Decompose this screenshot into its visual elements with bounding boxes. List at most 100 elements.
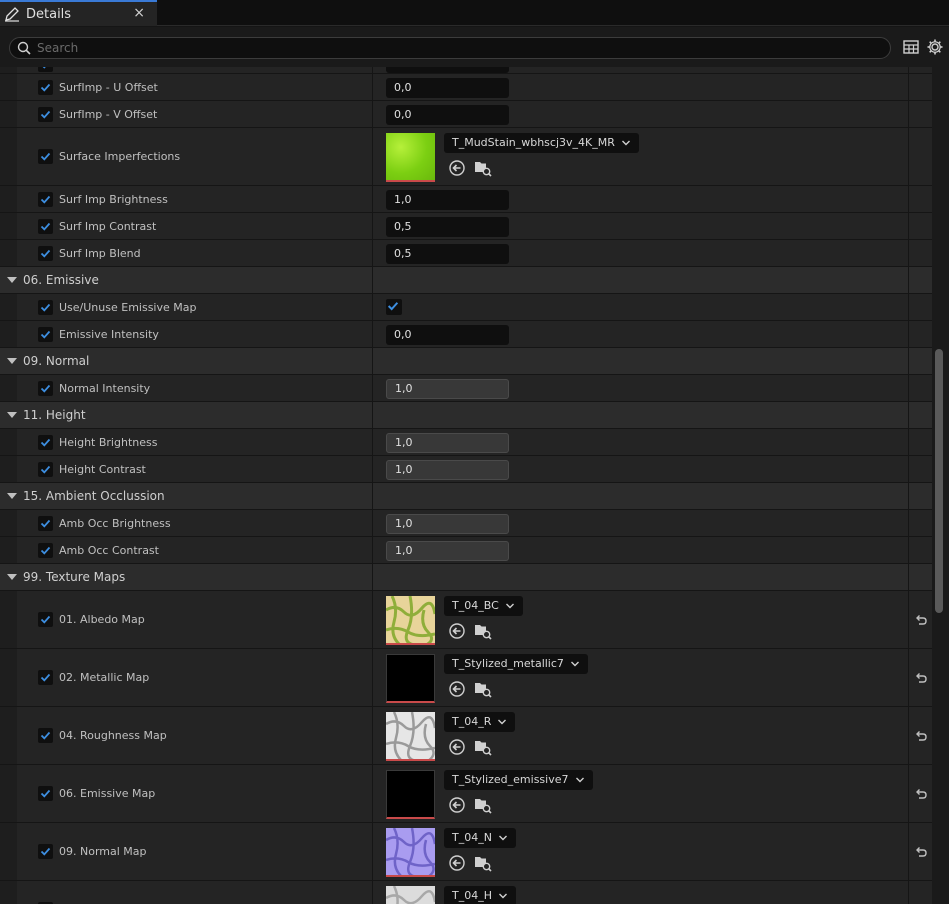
browse-folder-icon[interactable] (474, 159, 492, 177)
property-label: 06. Emissive Map (59, 787, 156, 800)
caret-down-icon[interactable] (7, 358, 17, 364)
scrollbar-thumb[interactable] (935, 349, 943, 613)
use-selected-arrow-icon[interactable] (448, 796, 466, 814)
texture-thumbnail[interactable] (386, 712, 435, 761)
property-checkbox[interactable] (38, 80, 53, 95)
surf-imp-blend-field[interactable]: 0,5 (386, 244, 509, 264)
table-row (0, 67, 932, 74)
property-checkbox[interactable] (38, 543, 53, 558)
category-height[interactable]: 11. Height (0, 402, 932, 429)
surfimp-u-offset-field[interactable]: 0,0 (386, 78, 509, 98)
property-checkbox[interactable] (38, 192, 53, 207)
asset-dropdown[interactable]: T_04_BC (444, 596, 523, 616)
category-texture-maps[interactable]: 99. Texture Maps (0, 564, 932, 591)
property-checkbox[interactable] (38, 844, 53, 859)
property-checkbox[interactable] (38, 149, 53, 164)
texture-thumbnail[interactable] (386, 596, 435, 645)
surf-imp-brightness-field[interactable]: 1,0 (386, 190, 509, 210)
use-selected-arrow-icon[interactable] (448, 622, 466, 640)
table-row: T_04_H (0, 881, 932, 904)
asset-name: T_Stylized_metallic7 (452, 657, 564, 670)
amb-occ-brightness-field[interactable]: 1,0 (386, 514, 509, 534)
caret-down-icon[interactable] (7, 277, 17, 283)
property-label: SurfImp - V Offset (59, 108, 158, 121)
search-box[interactable] (9, 37, 891, 59)
property-checkbox[interactable] (38, 246, 53, 261)
property-checkbox[interactable] (38, 300, 53, 315)
asset-name: T_04_H (452, 889, 492, 902)
close-tab-icon[interactable]: × (133, 5, 145, 21)
property-checkbox[interactable] (38, 612, 53, 627)
category-normal[interactable]: 09. Normal (0, 348, 932, 375)
property-checkbox[interactable] (38, 670, 53, 685)
reset-to-default-icon[interactable] (914, 787, 928, 801)
gear-icon[interactable] (926, 38, 944, 56)
table-view-icon[interactable] (902, 38, 920, 56)
table-row: Amb Occ Brightness 1,0 (0, 510, 932, 537)
caret-down-icon[interactable] (7, 493, 17, 499)
browse-folder-icon[interactable] (474, 854, 492, 872)
use-selected-arrow-icon[interactable] (448, 159, 466, 177)
property-checkbox[interactable] (38, 786, 53, 801)
pencil-icon (4, 6, 20, 22)
reset-to-default-icon[interactable] (914, 671, 928, 685)
table-row: Normal Intensity 1,0 (0, 375, 932, 402)
reset-to-default-icon[interactable] (914, 613, 928, 627)
property-checkbox[interactable] (38, 435, 53, 450)
property-checkbox[interactable] (38, 516, 53, 531)
asset-dropdown[interactable]: T_04_R (444, 712, 516, 732)
chevron-down-icon (505, 603, 514, 609)
property-label: Surface Imperfections (59, 150, 181, 163)
texture-thumbnail[interactable] (386, 886, 435, 904)
amb-occ-contrast-field[interactable]: 1,0 (386, 541, 509, 561)
asset-dropdown[interactable]: T_Stylized_emissive7 (444, 770, 593, 790)
table-row: Surf Imp Blend 0,5 (0, 240, 932, 267)
normal-intensity-field[interactable]: 1,0 (386, 379, 509, 399)
browse-folder-icon[interactable] (474, 738, 492, 756)
property-checkbox[interactable] (38, 107, 53, 122)
category-ambient-occlusion[interactable]: 15. Ambient Occlussion (0, 483, 932, 510)
property-checkbox[interactable] (38, 381, 53, 396)
browse-folder-icon[interactable] (474, 680, 492, 698)
emissive-intensity-field[interactable]: 0,0 (386, 325, 509, 345)
use-selected-arrow-icon[interactable] (448, 738, 466, 756)
property-label: Surf Imp Blend (59, 247, 141, 260)
surfimp-v-offset-field[interactable]: 0,0 (386, 105, 509, 125)
height-brightness-field[interactable]: 1,0 (386, 433, 509, 453)
property-label: Amb Occ Contrast (59, 544, 159, 557)
texture-thumbnail[interactable] (386, 828, 435, 877)
property-checkbox[interactable] (38, 219, 53, 234)
details-panel: SurfImp - U Offset 0,0 SurfImp - V Offse… (0, 67, 932, 904)
texture-thumbnail[interactable] (386, 770, 435, 819)
use-selected-arrow-icon[interactable] (448, 854, 466, 872)
table-row: 09. Normal Map T_04_N (0, 823, 932, 881)
category-emissive[interactable]: 06. Emissive (0, 267, 932, 294)
search-icon (17, 41, 31, 55)
chevron-down-icon (570, 661, 579, 667)
caret-down-icon[interactable] (7, 574, 17, 580)
property-label: Normal Intensity (59, 382, 151, 395)
reset-to-default-icon[interactable] (914, 845, 928, 859)
surf-imp-contrast-field[interactable]: 0,5 (386, 217, 509, 237)
asset-dropdown[interactable]: T_04_N (444, 828, 516, 848)
texture-thumbnail[interactable] (386, 133, 435, 182)
reset-to-default-icon[interactable] (914, 729, 928, 743)
asset-dropdown[interactable]: T_MudStain_wbhscj3v_4K_MR (444, 133, 639, 153)
value-field[interactable] (386, 67, 509, 73)
asset-dropdown[interactable]: T_04_H (444, 886, 516, 904)
use-emissive-map-checkbox[interactable] (386, 299, 402, 315)
chevron-down-icon (498, 835, 507, 841)
caret-down-icon[interactable] (7, 412, 17, 418)
texture-thumbnail[interactable] (386, 654, 435, 703)
details-tab[interactable]: Details × (0, 0, 157, 26)
property-checkbox[interactable] (38, 728, 53, 743)
property-checkbox[interactable] (38, 67, 53, 72)
use-selected-arrow-icon[interactable] (448, 680, 466, 698)
search-input[interactable] (37, 41, 857, 55)
browse-folder-icon[interactable] (474, 622, 492, 640)
asset-dropdown[interactable]: T_Stylized_metallic7 (444, 654, 588, 674)
property-checkbox[interactable] (38, 327, 53, 342)
browse-folder-icon[interactable] (474, 796, 492, 814)
property-checkbox[interactable] (38, 462, 53, 477)
height-contrast-field[interactable]: 1,0 (386, 460, 509, 480)
